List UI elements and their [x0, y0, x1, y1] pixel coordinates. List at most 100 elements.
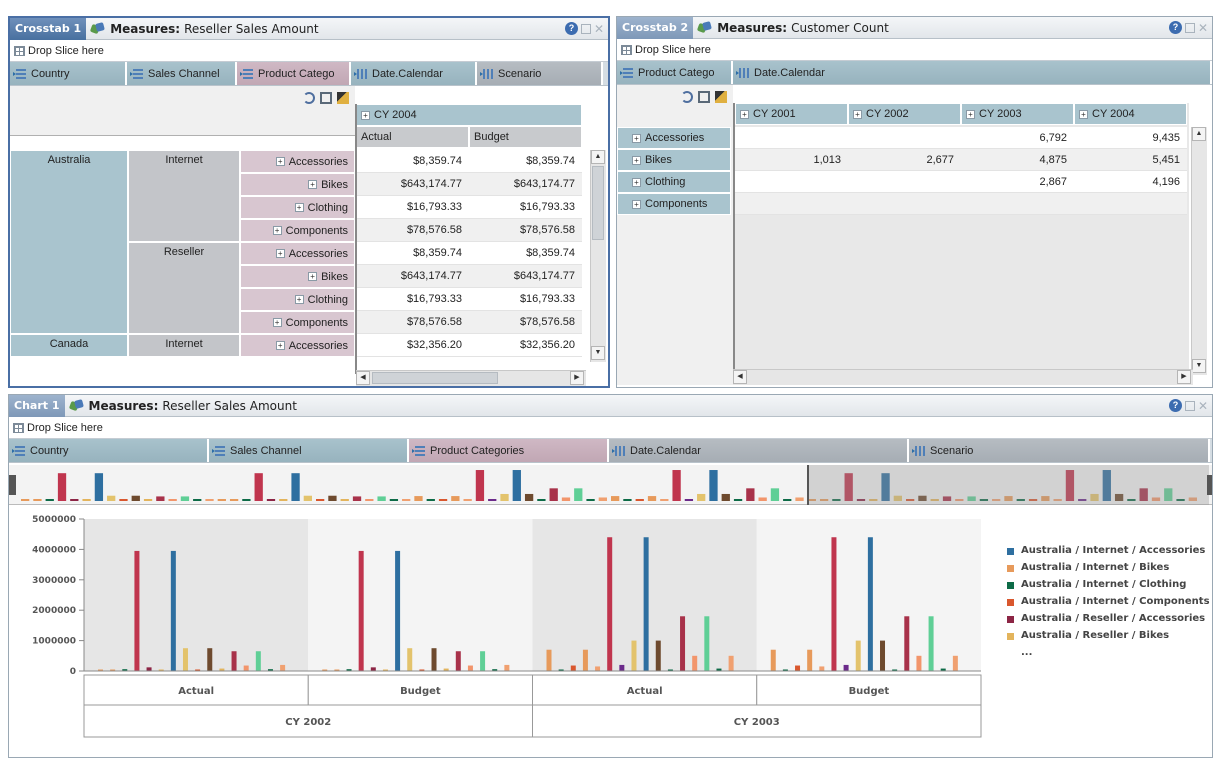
legend-item[interactable]: Australia / Reseller / Accessories: [1007, 613, 1212, 625]
filter-icon[interactable]: [698, 91, 710, 103]
chart1-panel[interactable]: Chart 1 Measures: Reseller Sales Amount …: [8, 394, 1213, 758]
cell-value[interactable]: 6,792: [961, 127, 1074, 149]
help-icon[interactable]: ?: [1168, 21, 1182, 34]
pivot-icon[interactable]: [681, 91, 693, 103]
row-header-category[interactable]: + Clothing: [240, 196, 355, 219]
scroll-down-button[interactable]: ▼: [1192, 359, 1206, 373]
chart1-titlebar[interactable]: Chart 1 Measures: Reseller Sales Amount …: [9, 395, 1212, 417]
expand-icon[interactable]: +: [308, 180, 318, 189]
pivot-icon[interactable]: [303, 92, 315, 104]
row-header-channel[interactable]: Internet: [128, 334, 240, 357]
cell-value[interactable]: [735, 193, 848, 215]
navigator-selection[interactable]: [807, 465, 1209, 505]
row-header-category[interactable]: + Clothing: [617, 171, 731, 193]
maximize-icon[interactable]: [580, 23, 591, 34]
drop-slice-area[interactable]: Drop Slice here: [10, 40, 608, 62]
scroll-left-button[interactable]: ◀: [733, 370, 747, 384]
col-header-year[interactable]: + CY 2002: [848, 103, 961, 125]
crosstab1-hscroll[interactable]: ◀ ▶: [356, 370, 586, 386]
row-header-category[interactable]: + Bikes: [240, 173, 355, 196]
expand-icon[interactable]: +: [272, 226, 282, 235]
legend-item[interactable]: Australia / Internet / Clothing: [1007, 579, 1212, 591]
select-icon[interactable]: [337, 92, 349, 104]
measure-name[interactable]: Reseller Sales Amount: [162, 399, 297, 413]
measure-name[interactable]: Reseller Sales Amount: [184, 22, 319, 36]
cell-actual[interactable]: $16,793.33: [356, 288, 469, 311]
dim-scenario[interactable]: Scenario: [909, 439, 1210, 462]
cell-budget[interactable]: $16,793.33: [469, 196, 582, 219]
drop-slice-area[interactable]: Drop Slice here: [9, 417, 1212, 439]
cell-value[interactable]: [848, 171, 961, 193]
expand-icon[interactable]: +: [632, 155, 641, 165]
legend-item[interactable]: Australia / Internet / Bikes: [1007, 562, 1212, 574]
filter-icon[interactable]: [320, 92, 332, 104]
scroll-down-button[interactable]: ▼: [591, 346, 605, 360]
cell-budget[interactable]: $8,359.74: [469, 150, 582, 173]
row-header-category[interactable]: + Accessories: [617, 127, 731, 149]
cell-actual[interactable]: $32,356.20: [356, 334, 469, 357]
drop-slice-area[interactable]: Drop Slice here: [617, 39, 1212, 61]
dim-product-category[interactable]: Product Catego: [617, 61, 733, 84]
legend-more[interactable]: ...: [1021, 647, 1212, 659]
close-icon[interactable]: ✕: [594, 23, 604, 35]
expand-icon[interactable]: +: [361, 110, 370, 120]
dim-sales-channel[interactable]: Sales Channel: [127, 62, 237, 85]
crosstab2-hscroll[interactable]: ◀ ▶: [733, 369, 1193, 385]
close-icon[interactable]: ✕: [1198, 400, 1208, 412]
scroll-right-button[interactable]: ▶: [1177, 370, 1191, 384]
expand-icon[interactable]: +: [632, 199, 641, 209]
expand-icon[interactable]: +: [1079, 109, 1088, 119]
col-header-year[interactable]: + CY 2003: [961, 103, 1074, 125]
help-icon[interactable]: ?: [1168, 399, 1182, 412]
scroll-right-button[interactable]: ▶: [570, 371, 584, 385]
expand-icon[interactable]: +: [853, 109, 862, 119]
cell-value[interactable]: [1074, 193, 1187, 215]
help-icon[interactable]: ?: [564, 22, 578, 35]
expand-icon[interactable]: +: [294, 203, 304, 212]
crosstab1-vscroll[interactable]: ▲ ▼: [590, 150, 606, 362]
row-header-category[interactable]: + Components: [240, 219, 355, 242]
select-icon[interactable]: [715, 91, 727, 103]
dim-country[interactable]: Country: [9, 439, 209, 462]
close-icon[interactable]: ✕: [1198, 22, 1208, 34]
cell-actual[interactable]: $78,576.58: [356, 219, 469, 242]
expand-icon[interactable]: +: [740, 109, 749, 119]
legend-item[interactable]: Australia / Internet / Accessories: [1007, 545, 1212, 557]
cell-value[interactable]: [848, 127, 961, 149]
cell-actual[interactable]: $643,174.77: [356, 265, 469, 288]
maximize-icon[interactable]: [1184, 22, 1195, 33]
cell-value[interactable]: 2,677: [848, 149, 961, 171]
cell-value[interactable]: 1,013: [735, 149, 848, 171]
row-header-category[interactable]: + Components: [617, 193, 731, 215]
row-header-country[interactable]: Canada: [10, 334, 128, 357]
cell-budget[interactable]: $16,793.33: [469, 288, 582, 311]
maximize-icon[interactable]: [1184, 400, 1195, 411]
expand-icon[interactable]: +: [308, 272, 318, 281]
row-header-country[interactable]: Australia: [10, 150, 128, 334]
crosstab2-titlebar[interactable]: Crosstab 2 Measures: Customer Count ? ✕: [617, 17, 1212, 39]
cell-budget[interactable]: $32,356.20: [469, 334, 582, 357]
crosstab2-panel[interactable]: Crosstab 2 Measures: Customer Count ? ✕ …: [616, 16, 1213, 388]
cell-actual[interactable]: $8,359.74: [356, 150, 469, 173]
dim-country[interactable]: Country: [10, 62, 127, 85]
col-header-year[interactable]: + CY 2004: [1074, 103, 1187, 125]
crosstab2-tab-name[interactable]: Crosstab 2: [617, 17, 694, 39]
dim-product-category[interactable]: Product Catego: [237, 62, 351, 85]
cell-value[interactable]: 2,867: [961, 171, 1074, 193]
dim-date-calendar[interactable]: Date.Calendar: [351, 62, 477, 85]
dim-product-categories[interactable]: Product Categories: [409, 439, 609, 462]
row-header-category[interactable]: + Components: [240, 311, 355, 334]
cell-value[interactable]: [961, 193, 1074, 215]
legend-item[interactable]: Australia / Reseller / Bikes: [1007, 630, 1212, 642]
cell-actual[interactable]: $16,793.33: [356, 196, 469, 219]
scroll-thumb[interactable]: [372, 372, 498, 384]
dim-date-calendar[interactable]: Date.Calendar: [733, 61, 1212, 84]
col-header-year[interactable]: + CY 2004: [356, 104, 582, 126]
chart-navigator[interactable]: [9, 465, 1212, 505]
cell-actual[interactable]: $643,174.77: [356, 173, 469, 196]
expand-icon[interactable]: +: [294, 295, 304, 304]
navigator-left-handle[interactable]: [9, 475, 16, 495]
expand-icon[interactable]: +: [272, 318, 282, 327]
crosstab1-tab-name[interactable]: Crosstab 1: [10, 18, 87, 40]
cell-actual[interactable]: $78,576.58: [356, 311, 469, 334]
